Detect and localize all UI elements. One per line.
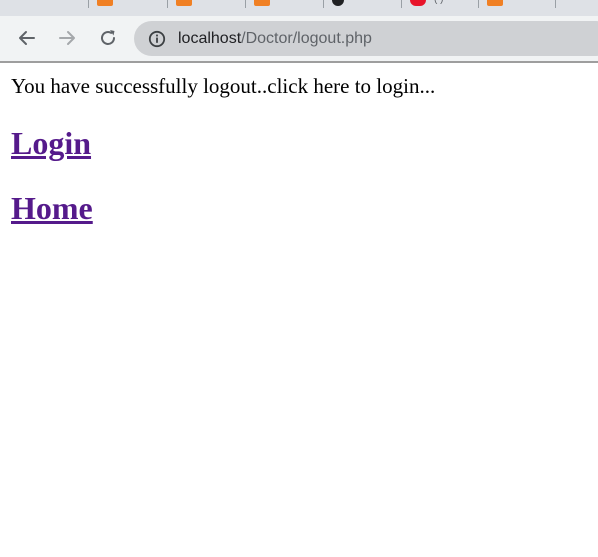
site-favicon-icon	[487, 0, 503, 6]
browser-tab[interactable]	[0, 0, 89, 8]
browser-tab[interactable]	[89, 0, 168, 8]
browser-tab[interactable]	[324, 0, 402, 8]
login-link[interactable]: Login	[11, 125, 91, 161]
info-icon[interactable]	[148, 30, 166, 53]
site-favicon-icon	[176, 0, 192, 6]
github-favicon-icon	[332, 0, 344, 6]
site-favicon-icon	[254, 0, 270, 6]
login-heading: Login	[11, 125, 590, 161]
address-bar[interactable]: localhost/Doctor/logout.php	[134, 21, 598, 56]
tab-strip: ( )	[0, 0, 598, 16]
browser-tab[interactable]	[479, 0, 556, 8]
logout-message: You have successfully logout..click here…	[11, 74, 436, 98]
back-button[interactable]	[15, 26, 39, 50]
url-host: localhost	[178, 30, 242, 47]
browser-toolbar: localhost/Doctor/logout.php	[0, 16, 598, 63]
home-link[interactable]: Home	[11, 190, 93, 226]
tab-label: ( )	[434, 0, 458, 5]
url-path: /Doctor/logout.php	[241, 30, 372, 47]
youtube-favicon-icon	[410, 0, 426, 6]
page-content: You have successfully logout..click here…	[11, 63, 590, 226]
reload-icon	[101, 30, 115, 45]
reload-button[interactable]	[96, 26, 120, 50]
browser-tab[interactable]	[168, 0, 246, 8]
forward-button[interactable]	[55, 26, 79, 50]
arrow-left-icon	[19, 31, 35, 45]
address-url[interactable]: localhost/Doctor/logout.php	[178, 21, 372, 56]
site-favicon-icon	[97, 0, 113, 6]
browser-tab[interactable]: ( )	[402, 0, 479, 8]
home-heading: Home	[11, 190, 590, 226]
browser-tab[interactable]	[246, 0, 324, 8]
arrow-right-icon	[59, 31, 75, 45]
